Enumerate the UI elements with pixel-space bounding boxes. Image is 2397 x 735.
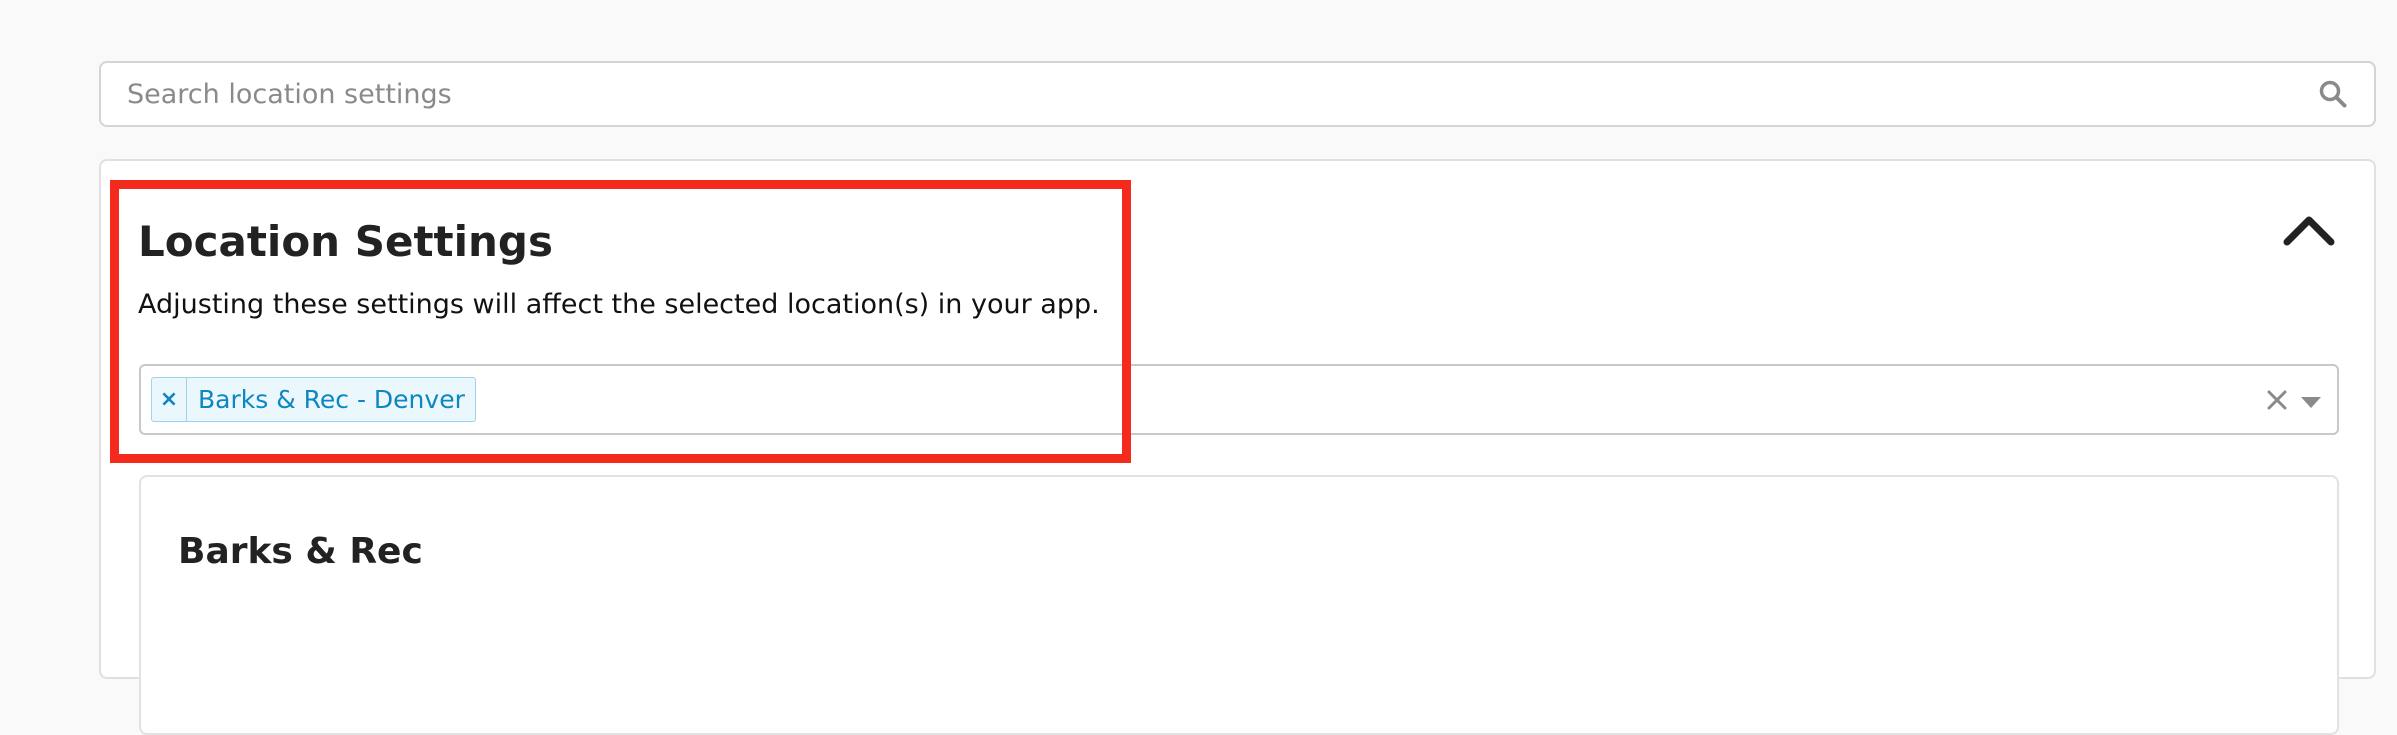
- location-multiselect[interactable]: × Barks & Rec - Denver: [139, 364, 2339, 435]
- tag-label: Barks & Rec - Denver: [198, 385, 465, 414]
- selected-location-tag: × Barks & Rec - Denver: [151, 377, 476, 422]
- search-bar[interactable]: [99, 61, 2376, 127]
- caret-down-icon[interactable]: [2301, 394, 2321, 408]
- location-settings-panel: Location Settings Adjusting these settin…: [99, 159, 2376, 735]
- location-card-barks-and-rec: Barks & Rec: [139, 475, 2339, 735]
- search-icon[interactable]: [2316, 77, 2350, 111]
- tag-remove-button[interactable]: ×: [152, 378, 187, 421]
- panel-title: Location Settings: [138, 217, 553, 266]
- panel-description: Adjusting these settings will affect the…: [138, 289, 1100, 320]
- search-input[interactable]: [125, 62, 2316, 126]
- select-controls: [2265, 366, 2321, 433]
- location-card-title: Barks & Rec: [178, 531, 423, 572]
- close-icon[interactable]: [2265, 388, 2289, 412]
- chevron-up-icon[interactable]: [2282, 209, 2336, 249]
